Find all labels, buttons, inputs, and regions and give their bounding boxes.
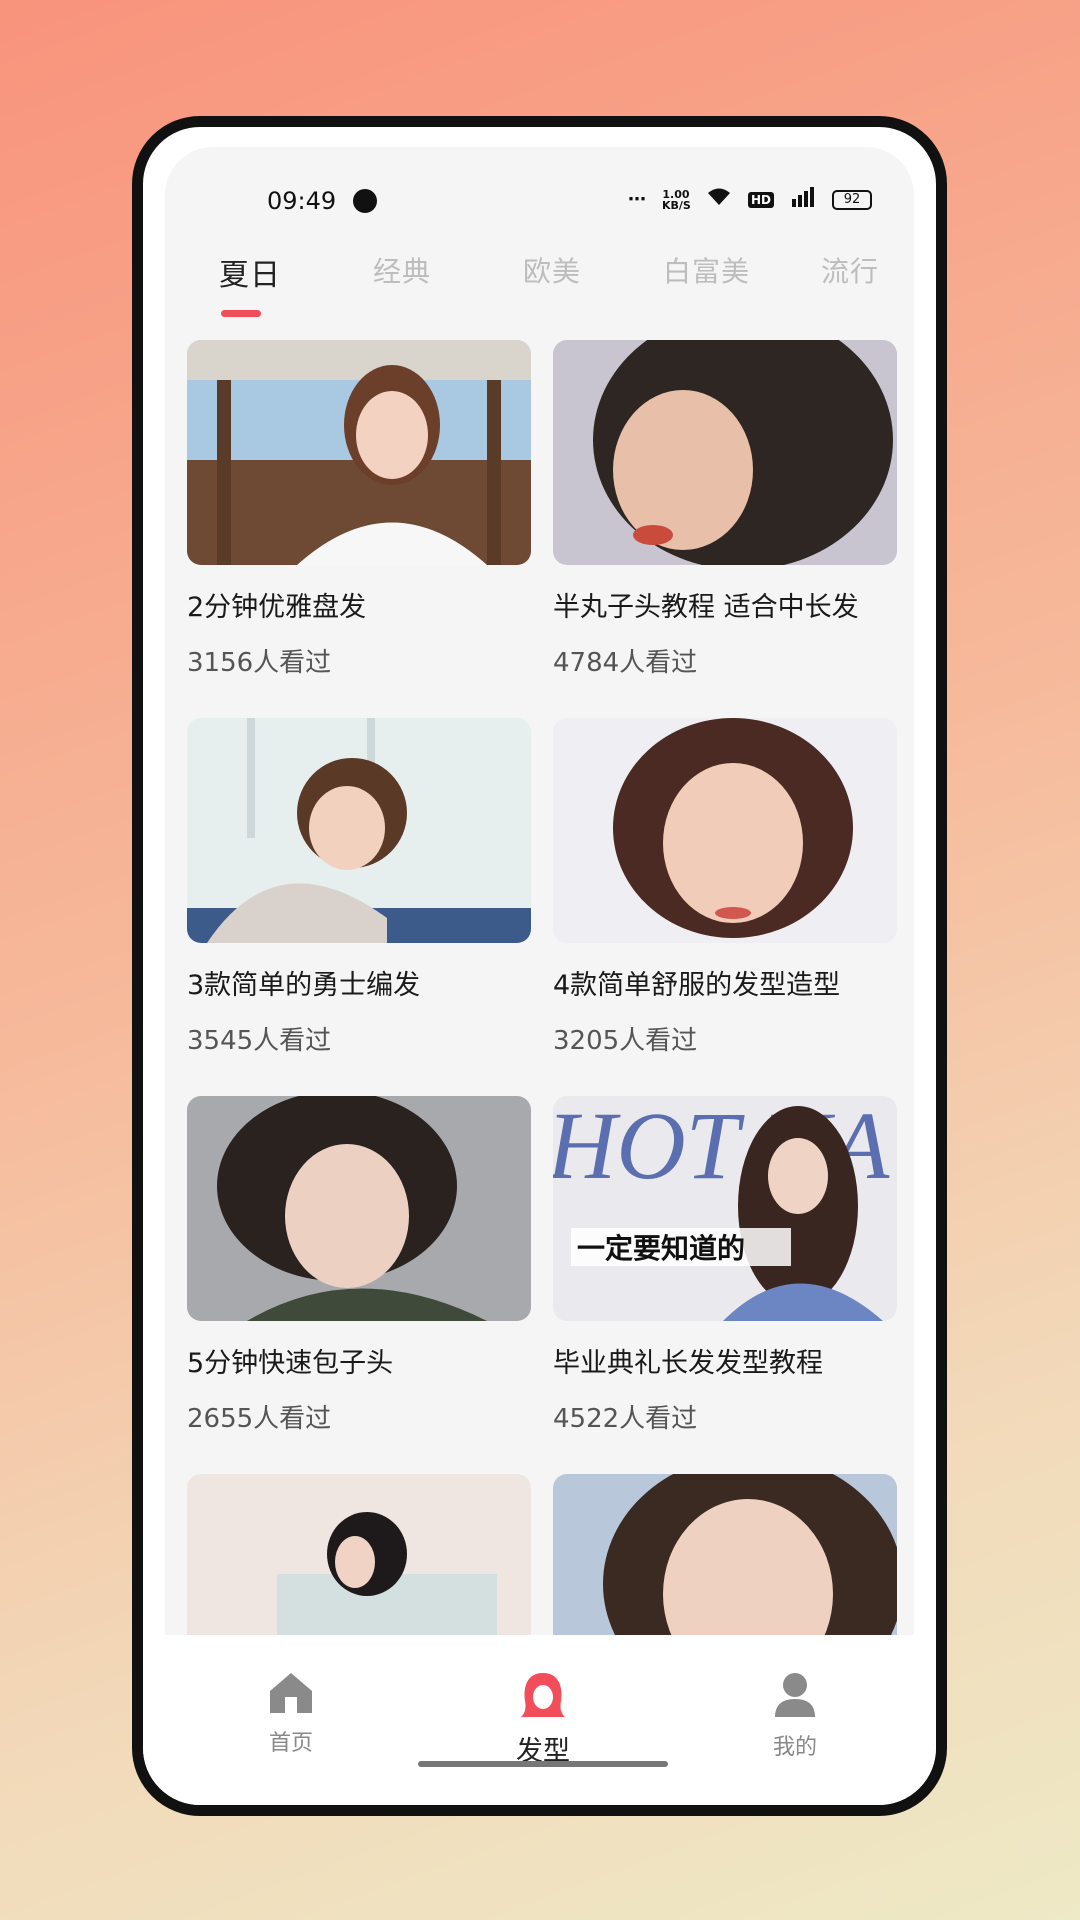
video-views: 3205人看过 — [553, 1026, 698, 1056]
signal-icon — [790, 187, 816, 212]
video-thumbnail[interactable] — [553, 1474, 897, 1635]
video-card[interactable] — [553, 1474, 897, 1635]
video-thumbnail[interactable] — [187, 1474, 531, 1635]
hairstyle-icon — [521, 1673, 565, 1717]
video-thumbnail[interactable] — [553, 718, 897, 943]
wifi-icon — [706, 187, 732, 212]
nav-profile-label: 我的 — [772, 1735, 817, 1760]
tab-elegant[interactable]: 白富美 — [663, 250, 750, 290]
video-title: 半丸子头教程 适合中长发 — [553, 592, 859, 623]
nav-home[interactable]: 首页 — [221, 1671, 361, 1757]
vibrate-icon: ⋯ — [627, 189, 646, 210]
profile-icon — [775, 1673, 815, 1717]
app-screen: 09:49 ⋯ 1.00 KB/S HD 92 夏日 经典 欧美 白富美 流行 — [165, 147, 914, 1635]
phone-frame: 09:49 ⋯ 1.00 KB/S HD 92 夏日 经典 欧美 白富美 流行 — [132, 116, 947, 1816]
video-thumbnail[interactable] — [553, 340, 897, 565]
network-speed: 1.00 KB/S — [661, 187, 691, 212]
video-card[interactable]: 5分钟快速包子头 2655人看过 — [187, 1096, 531, 1435]
bottom-nav: 首页 发型 我的 — [143, 1635, 936, 1805]
tab-indicator — [221, 310, 261, 317]
battery-icon: 92 — [832, 189, 872, 210]
video-title: 4款简单舒服的发型造型 — [553, 970, 841, 1001]
video-card[interactable]: 2分钟优雅盘发 3156人看过 — [187, 340, 531, 679]
status-time: 09:49 — [267, 187, 337, 215]
video-card[interactable]: 3款简单的勇士编发 3545人看过 — [187, 718, 531, 1057]
video-thumbnail[interactable] — [187, 1096, 531, 1321]
video-views: 2655人看过 — [187, 1404, 332, 1434]
tab-popular[interactable]: 流行 — [821, 250, 879, 290]
tab-western[interactable]: 欧美 — [523, 250, 581, 290]
status-icons: ⋯ 1.00 KB/S HD 92 — [628, 187, 872, 212]
video-views: 4522人看过 — [553, 1404, 698, 1434]
video-title: 毕业典礼长发发型教程 — [553, 1348, 823, 1379]
thumbnail-caption: 一定要知道的 — [577, 1232, 745, 1265]
home-icon — [270, 1673, 312, 1713]
video-views: 3545人看过 — [187, 1026, 332, 1056]
nav-profile[interactable]: 我的 — [725, 1671, 865, 1761]
video-title: 5分钟快速包子头 — [187, 1348, 394, 1379]
tab-summer[interactable]: 夏日 — [219, 250, 281, 294]
category-tabs: 夏日 经典 欧美 白富美 流行 — [195, 242, 914, 322]
status-bar: 09:49 ⋯ 1.00 KB/S HD 92 — [165, 147, 914, 237]
nav-hairstyle[interactable]: 发型 — [473, 1671, 613, 1768]
nav-home-label: 首页 — [268, 1731, 313, 1756]
home-indicator[interactable] — [418, 1761, 668, 1767]
video-card[interactable] — [187, 1474, 531, 1635]
video-card[interactable]: 半丸子头教程 适合中长发 4784人看过 — [553, 340, 897, 679]
hd-icon: HD — [747, 191, 774, 208]
video-views: 3156人看过 — [187, 648, 332, 678]
notification-icon — [353, 189, 377, 213]
video-title: 2分钟优雅盘发 — [187, 592, 367, 623]
tab-classic[interactable]: 经典 — [373, 250, 431, 290]
video-views: 4784人看过 — [553, 648, 698, 678]
video-card[interactable]: 4款简单舒服的发型造型 3205人看过 — [553, 718, 897, 1057]
video-title: 3款简单的勇士编发 — [187, 970, 421, 1001]
video-thumbnail[interactable]: HOT HA 一定要知道的 — [553, 1096, 897, 1321]
video-thumbnail[interactable] — [187, 718, 531, 943]
video-card[interactable]: HOT HA 一定要知道的 毕业典礼长发发型教程 4522人看过 — [553, 1096, 897, 1435]
video-thumbnail[interactable] — [187, 340, 531, 565]
